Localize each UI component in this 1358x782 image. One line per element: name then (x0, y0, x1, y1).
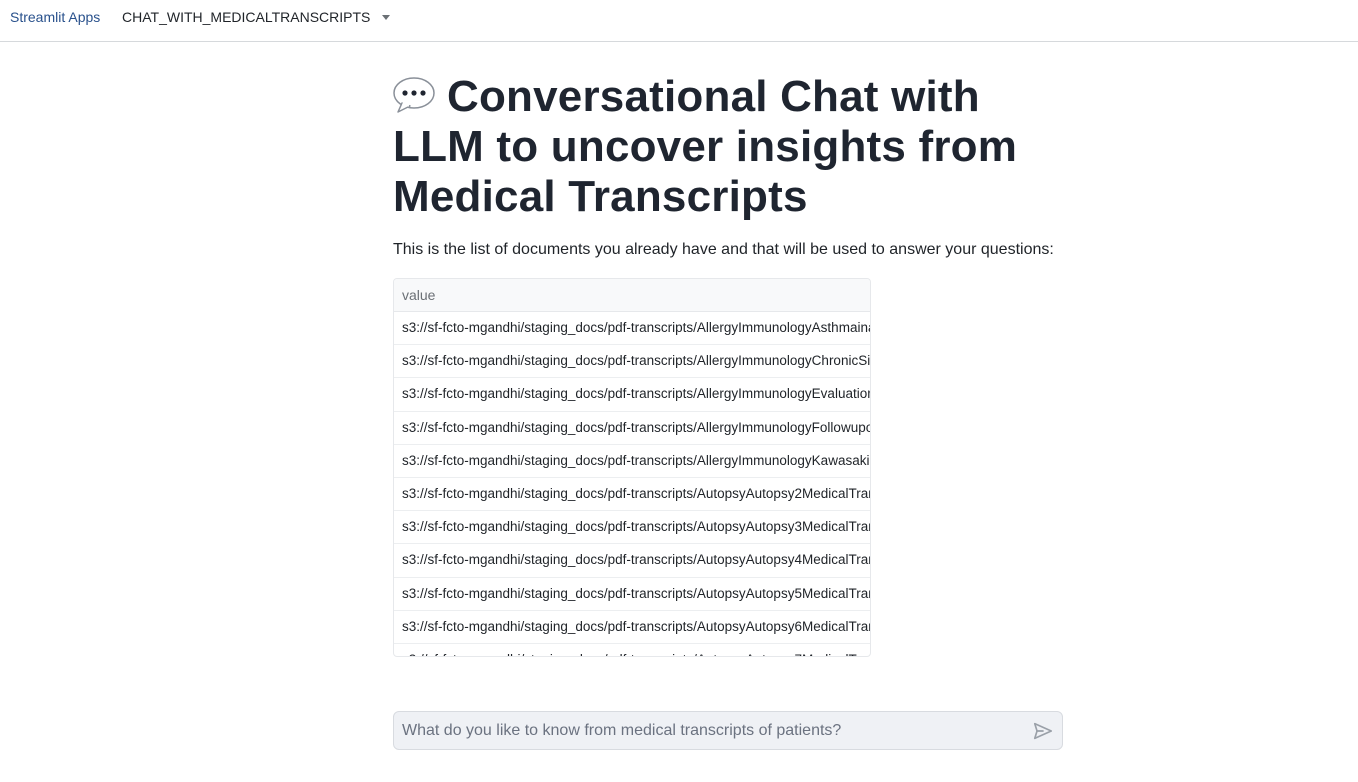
speech-bubble-icon (393, 77, 435, 113)
chat-input-container (393, 711, 1063, 750)
table-row[interactable]: s3://sf-fcto-mgandhi/staging_docs/pdf-tr… (394, 378, 870, 412)
table-header-value[interactable]: value (394, 279, 870, 312)
table-row[interactable]: s3://sf-fcto-mgandhi/staging_docs/pdf-tr… (394, 412, 870, 445)
page-title-text: Conversational Chat with LLM to uncover … (393, 72, 1018, 221)
app-selector-dropdown[interactable]: CHAT_WITH_MEDICALTRANSCRIPTS (122, 9, 391, 25)
table-body: s3://sf-fcto-mgandhi/staging_docs/pdf-tr… (394, 312, 870, 656)
table-row[interactable]: s3://sf-fcto-mgandhi/staging_docs/pdf-tr… (394, 511, 870, 545)
send-icon[interactable] (1032, 720, 1054, 742)
table-row[interactable]: s3://sf-fcto-mgandhi/staging_docs/pdf-tr… (394, 445, 870, 478)
documents-table[interactable]: value s3://sf-fcto-mgandhi/staging_docs/… (393, 278, 871, 657)
table-row[interactable]: s3://sf-fcto-mgandhi/staging_docs/pdf-tr… (394, 312, 870, 346)
top-bar: Streamlit Apps CHAT_WITH_MEDICALTRANSCRI… (0, 0, 1358, 42)
chat-input[interactable] (394, 712, 1030, 749)
table-row[interactable]: s3://sf-fcto-mgandhi/staging_docs/pdf-tr… (394, 578, 870, 611)
page-title: Conversational Chat with LLM to uncover … (393, 72, 1063, 222)
intro-text: This is the list of documents you alread… (393, 241, 1054, 258)
streamlit-apps-link[interactable]: Streamlit Apps (10, 9, 100, 25)
app-name-label: CHAT_WITH_MEDICALTRANSCRIPTS (122, 9, 371, 25)
main-content: Conversational Chat with LLM to uncover … (393, 72, 1063, 657)
table-row[interactable]: s3://sf-fcto-mgandhi/staging_docs/pdf-tr… (394, 644, 870, 656)
table-row[interactable]: s3://sf-fcto-mgandhi/staging_docs/pdf-tr… (394, 345, 870, 379)
table-row[interactable]: s3://sf-fcto-mgandhi/staging_docs/pdf-tr… (394, 611, 870, 644)
table-row[interactable]: s3://sf-fcto-mgandhi/staging_docs/pdf-tr… (394, 478, 870, 512)
caret-down-icon (382, 15, 391, 20)
table-row[interactable]: s3://sf-fcto-mgandhi/staging_docs/pdf-tr… (394, 544, 870, 578)
